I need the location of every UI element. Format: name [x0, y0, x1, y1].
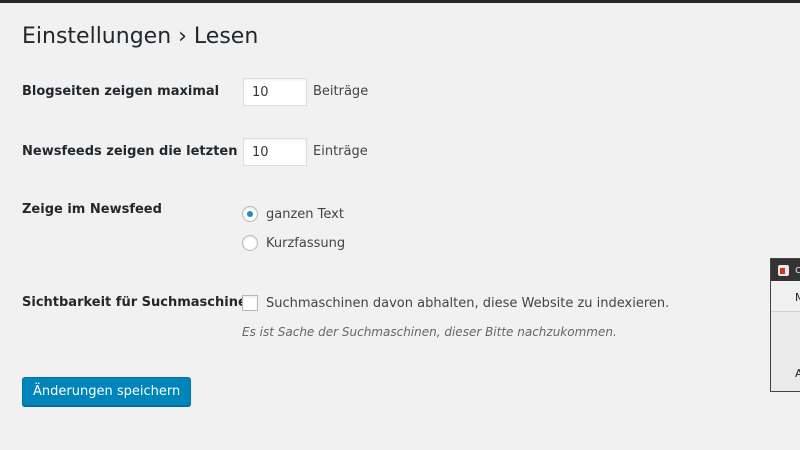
radio-summary-label: Kurzfassung [266, 235, 346, 251]
radio-full-text[interactable] [242, 206, 258, 222]
external-window-titlebar[interactable]: c [771, 259, 800, 281]
feed-items-label: Newsfeeds zeigen die letzten [22, 144, 238, 159]
external-window-body: M A [771, 281, 800, 391]
feed-items-input[interactable] [243, 138, 307, 166]
external-window-text-bottom: A [795, 367, 800, 380]
search-visibility-hint: Es ist Sache der Suchmaschinen, dieser B… [242, 325, 617, 339]
radio-option-summary[interactable]: Kurzfassung [242, 234, 345, 252]
blog-pages-input[interactable] [243, 78, 307, 106]
discourage-search-label: Suchmaschinen davon abhalten, diese Webs… [266, 295, 670, 311]
app-icon [778, 265, 789, 276]
feed-content-label: Zeige im Newsfeed [22, 202, 162, 217]
save-changes-button[interactable]: Änderungen speichern [22, 377, 192, 406]
radio-full-text-label: ganzen Text [266, 206, 344, 222]
search-visibility-label: Sichtbarkeit für Suchmaschinen [22, 295, 257, 310]
radio-summary[interactable] [242, 235, 258, 251]
blog-pages-label: Blogseiten zeigen maximal [22, 84, 220, 99]
external-window-header: M [771, 281, 800, 312]
page-title: Einstellungen › Lesen [22, 24, 259, 49]
radio-option-full-text[interactable]: ganzen Text [242, 205, 344, 223]
external-window-fragment[interactable]: c M A [770, 258, 800, 392]
admin-top-bar [0, 0, 800, 3]
blog-pages-suffix: Beiträge [313, 84, 369, 99]
discourage-search-option[interactable]: Suchmaschinen davon abhalten, diese Webs… [242, 294, 669, 312]
feed-items-suffix: Einträge [313, 144, 368, 159]
external-window-title: c [795, 263, 800, 276]
external-window-text-top: M [795, 291, 800, 304]
discourage-search-checkbox[interactable] [242, 295, 258, 311]
